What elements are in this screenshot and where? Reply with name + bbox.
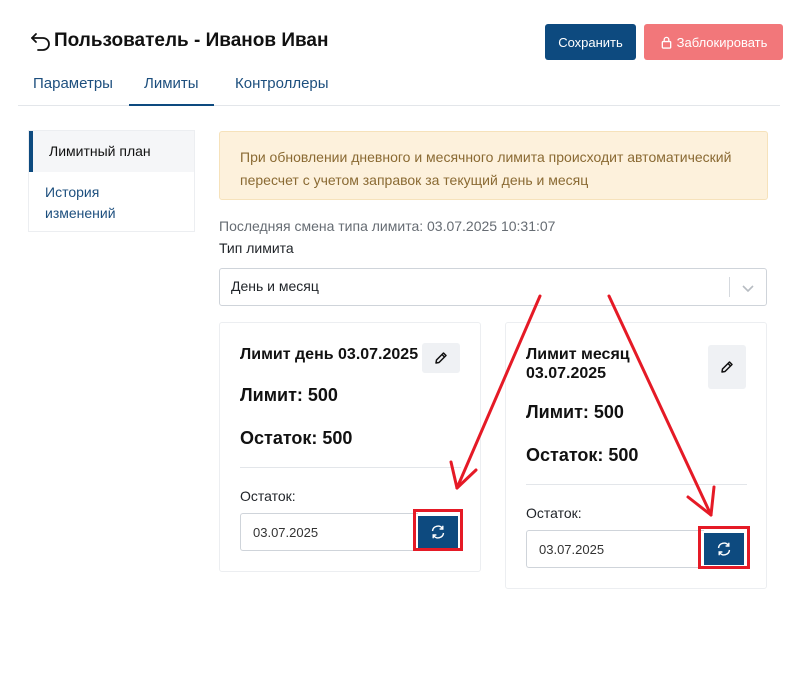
page-title: Пользователь - Иванов Иван bbox=[54, 30, 329, 51]
lock-icon bbox=[661, 36, 671, 49]
remaining-date-input[interactable] bbox=[526, 530, 704, 568]
side-nav: Лимитный план История изменений bbox=[28, 130, 195, 232]
pencil-icon bbox=[721, 361, 733, 373]
highlight-box bbox=[698, 526, 750, 569]
select-divider bbox=[729, 277, 730, 297]
last-change-text: Последняя смена типа лимита: 03.07.2025 … bbox=[219, 218, 556, 234]
block-button-label: Заблокировать bbox=[676, 34, 768, 50]
back-arrow-icon[interactable] bbox=[30, 30, 52, 52]
tab-controllers[interactable]: Контроллеры bbox=[220, 66, 344, 105]
remaining-date-input[interactable] bbox=[240, 513, 418, 551]
limit-value: Лимит: 500 bbox=[526, 402, 624, 422]
tab-parameters[interactable]: Параметры bbox=[18, 66, 128, 105]
sidebar-item-history[interactable]: История изменений bbox=[29, 182, 149, 224]
chevron-down-icon bbox=[742, 285, 754, 293]
tab-bar: Параметры Лимиты Контроллеры bbox=[18, 66, 780, 106]
card-divider bbox=[526, 484, 747, 485]
edit-button[interactable] bbox=[422, 343, 460, 373]
remaining-value: Остаток: 500 bbox=[526, 445, 639, 465]
card-title: Лимит месяц 03.07.2025 bbox=[526, 346, 630, 382]
recalculation-alert: При обновлении дневного и месячного лими… bbox=[219, 131, 768, 200]
save-button[interactable]: Сохранить bbox=[545, 24, 636, 60]
highlight-box bbox=[413, 509, 463, 551]
limit-type-value: День и месяц bbox=[231, 278, 319, 294]
edit-button[interactable] bbox=[708, 345, 746, 389]
limit-value: Лимит: 500 bbox=[240, 385, 338, 405]
limit-type-select[interactable]: День и месяц bbox=[219, 268, 767, 306]
card-divider bbox=[240, 467, 461, 468]
block-button[interactable]: Заблокировать bbox=[644, 24, 783, 60]
limit-type-label: Тип лимита bbox=[219, 240, 294, 256]
page-header: Пользователь - Иванов Иван Сохранить Заб… bbox=[0, 0, 810, 70]
sidebar-item-limit-plan[interactable]: Лимитный план bbox=[29, 131, 194, 172]
remaining-label: Остаток: bbox=[526, 505, 582, 521]
pencil-icon bbox=[435, 352, 447, 364]
remaining-value: Остаток: 500 bbox=[240, 428, 353, 448]
remaining-label: Остаток: bbox=[240, 488, 296, 504]
card-title: Лимит день 03.07.2025 bbox=[240, 346, 419, 363]
tab-limits[interactable]: Лимиты bbox=[129, 66, 214, 106]
